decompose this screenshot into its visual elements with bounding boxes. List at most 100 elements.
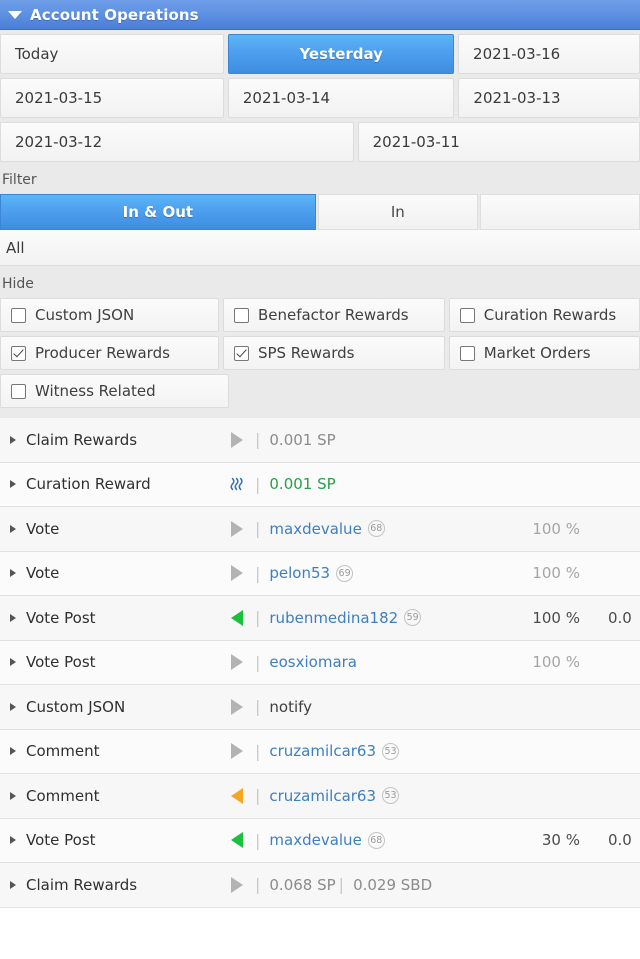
caret-down-icon[interactable] xyxy=(8,10,22,19)
operation-row[interactable]: Vote | maxdevalue 68 100 % xyxy=(0,507,640,552)
operation-type: Vote Post xyxy=(26,608,96,627)
vote-percent: 100 % xyxy=(532,653,580,672)
expand-caret-icon[interactable] xyxy=(10,791,16,800)
operation-type: Claim Rewards xyxy=(26,430,138,449)
checkbox-box-icon[interactable] xyxy=(459,307,475,323)
date-button-yesterday[interactable]: Yesterday xyxy=(228,34,455,74)
expand-caret-icon[interactable] xyxy=(10,836,16,845)
operation-row[interactable]: Custom JSON | notify xyxy=(0,685,640,730)
direction-out-icon xyxy=(231,654,243,671)
date-button-2021-03-11[interactable]: 2021-03-11 xyxy=(357,122,640,162)
username-link[interactable]: rubenmedina182 xyxy=(269,609,398,627)
direction-out-icon xyxy=(231,698,243,715)
expand-caret-icon[interactable] xyxy=(10,658,16,667)
checkbox-box-checked-icon[interactable] xyxy=(11,345,26,361)
vote-percent: 30 % xyxy=(541,831,580,850)
vote-value: 0.0 xyxy=(608,608,632,627)
separator: | xyxy=(255,786,261,806)
steem-logo-icon xyxy=(230,478,243,491)
vote-percent: 100 % xyxy=(532,519,580,538)
direction-indicator xyxy=(222,520,252,537)
checkbox-curation-rewards[interactable]: Curation Rewards xyxy=(448,298,640,332)
direction-in-icon xyxy=(231,832,243,849)
expand-caret-icon[interactable] xyxy=(10,435,16,444)
direction-indicator xyxy=(222,698,252,715)
operation-detail: notify xyxy=(269,697,313,716)
checkbox-sps-rewards[interactable]: SPS Rewards xyxy=(222,336,445,370)
expand-caret-icon[interactable] xyxy=(10,702,16,711)
direction-in-pending-icon xyxy=(231,787,243,804)
expand-caret-icon[interactable] xyxy=(10,569,16,578)
expand-caret-icon[interactable] xyxy=(10,747,16,756)
checkbox-market-orders[interactable]: Market Orders xyxy=(448,336,640,370)
date-button-today[interactable]: Today xyxy=(0,34,225,74)
expand-caret-icon[interactable] xyxy=(10,880,16,889)
checkbox-producer-rewards[interactable]: Producer Rewards xyxy=(0,336,219,370)
date-row-1: Today Yesterday 2021-03-16 xyxy=(0,30,640,74)
expand-caret-icon[interactable] xyxy=(10,613,16,622)
checkbox-label: Curation Rewards xyxy=(483,306,617,324)
titlebar[interactable]: Account Operations xyxy=(0,0,640,30)
operation-row[interactable]: Vote | pelon53 69 100 % xyxy=(0,551,640,596)
hide-row-1: Custom JSON Benefactor Rewards Curation … xyxy=(0,298,640,332)
separator: | xyxy=(255,474,261,494)
checkbox-box-icon[interactable] xyxy=(233,307,249,323)
checkbox-custom-json[interactable]: Custom JSON xyxy=(0,298,219,332)
operation-type: Vote xyxy=(26,519,60,538)
direction-indicator xyxy=(222,743,252,760)
operation-row[interactable]: Vote Post | maxdevalue 68 30 % 0.0 xyxy=(0,818,640,863)
checkbox-box-checked-icon[interactable] xyxy=(233,345,249,361)
operation-details: | pelon53 69 xyxy=(252,564,488,583)
username-link[interactable]: cruzamilcar63 xyxy=(269,742,376,760)
operation-details: | eosxiomara xyxy=(252,653,488,672)
vote-value: 0.0 xyxy=(608,831,632,850)
username-link[interactable]: maxdevalue xyxy=(269,520,361,538)
date-button-2021-03-14[interactable]: 2021-03-14 xyxy=(227,78,455,118)
expand-caret-icon[interactable] xyxy=(10,524,16,533)
operation-row[interactable]: Claim Rewards | 0.001 SP xyxy=(0,418,640,463)
operation-details: | rubenmedina182 59 xyxy=(252,608,488,627)
checkbox-benefactor-rewards[interactable]: Benefactor Rewards xyxy=(222,298,445,332)
checkbox-box-icon[interactable] xyxy=(459,345,475,361)
date-button-2021-03-16[interactable]: 2021-03-16 xyxy=(458,34,640,74)
operation-details: | 0.001 SP xyxy=(252,475,488,494)
checkbox-label: Producer Rewards xyxy=(35,344,170,362)
operation-row[interactable]: Comment | cruzamilcar63 53 xyxy=(0,774,640,819)
operation-row[interactable]: Vote Post | rubenmedina182 59 100 % 0.0 xyxy=(0,596,640,641)
operation-row[interactable]: Comment | cruzamilcar63 53 xyxy=(0,729,640,774)
direction-out-icon xyxy=(231,520,243,537)
account-operations-panel: Account Operations Today Yesterday 2021-… xyxy=(0,0,640,959)
direction-out-icon xyxy=(231,876,243,893)
filter-option-all[interactable]: All xyxy=(0,230,640,266)
filter-option-in[interactable]: In xyxy=(317,194,478,230)
amount-value: 0.001 SP xyxy=(269,475,336,494)
separator: | xyxy=(255,830,261,850)
direction-indicator xyxy=(222,876,252,893)
checkbox-box-icon[interactable] xyxy=(11,383,26,399)
hide-checkbox-grid: Custom JSON Benefactor Rewards Curation … xyxy=(0,298,640,418)
date-button-2021-03-12[interactable]: 2021-03-12 xyxy=(0,122,354,162)
date-button-2021-03-13[interactable]: 2021-03-13 xyxy=(458,78,640,118)
username-link[interactable]: cruzamilcar63 xyxy=(269,787,376,805)
username-link[interactable]: pelon53 xyxy=(269,564,330,582)
separator: | xyxy=(255,430,261,450)
checkbox-witness-related[interactable]: Witness Related xyxy=(0,374,229,408)
operation-details: | maxdevalue 68 xyxy=(252,519,488,538)
checkbox-label: Benefactor Rewards xyxy=(257,306,409,324)
separator: | xyxy=(255,608,261,628)
filter-option-in-and-out[interactable]: In & Out xyxy=(0,194,316,230)
username-link[interactable]: maxdevalue xyxy=(269,831,361,849)
operation-row[interactable]: Curation Reward | 0.001 SP xyxy=(0,462,640,507)
operation-row[interactable]: Vote Post | eosxiomara 100 % xyxy=(0,640,640,685)
reputation-badge: 53 xyxy=(382,742,400,760)
expand-caret-icon[interactable] xyxy=(10,480,16,489)
reputation-badge: 69 xyxy=(336,564,354,582)
date-button-2021-03-15[interactable]: 2021-03-15 xyxy=(0,78,224,118)
username-link[interactable]: eosxiomara xyxy=(269,653,357,671)
separator: | xyxy=(255,519,261,539)
operation-details: | cruzamilcar63 53 xyxy=(252,742,488,761)
filter-option-out[interactable] xyxy=(479,194,640,230)
operation-row[interactable]: Claim Rewards | 0.068 SP | 0.029 SBD xyxy=(0,863,640,908)
checkbox-box-icon[interactable] xyxy=(11,307,26,323)
filter-segmented-control: In & Out In xyxy=(0,194,640,230)
